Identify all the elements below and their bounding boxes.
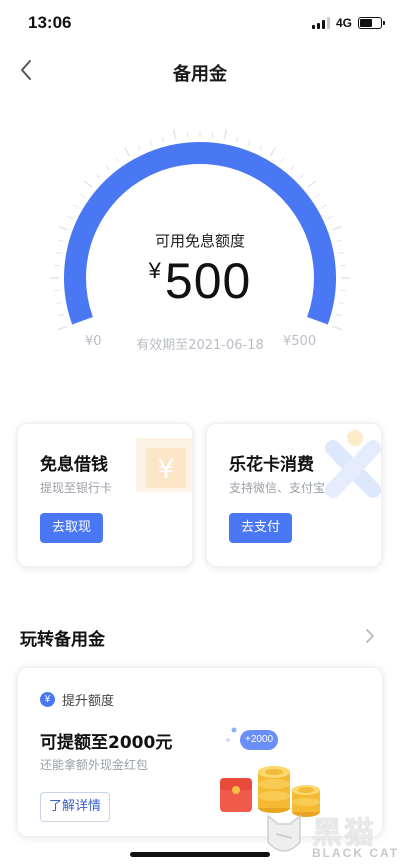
gauge-label: 可用免息额度 — [154, 232, 245, 250]
card-subtitle: 支持微信、支付宝 — [229, 481, 326, 495]
credit-gauge: 可用免息额度 ¥500 — [50, 128, 350, 358]
gauge-tick — [57, 325, 68, 331]
gauge-tick — [115, 158, 120, 163]
x-logo-icon — [325, 430, 381, 498]
gauge-tick — [332, 325, 343, 331]
promo-title: 可提额至2000元 — [40, 733, 173, 753]
gauge-tick — [83, 180, 93, 188]
gauge-max-label: ¥500 — [283, 334, 317, 349]
gauge-tick — [247, 140, 251, 146]
lehua-card-pay-card[interactable]: 乐花卡消费 支持微信、支付宝 去支付 — [206, 423, 382, 567]
gauge-tick — [236, 136, 239, 142]
gauge-tick — [223, 129, 227, 140]
status-time: 13:06 — [28, 13, 72, 32]
gauge-tick — [315, 193, 320, 198]
section-title: 玩转备用金 — [20, 630, 105, 650]
status-indicators: 4G — [311, 16, 385, 30]
gauge-tick — [259, 145, 263, 151]
gauge-tick — [307, 180, 317, 188]
gauge-tick — [327, 215, 333, 219]
gauge-tick — [96, 174, 101, 179]
gauge-tick — [321, 204, 327, 208]
validity-date: 有效期至2021-06-18 — [136, 338, 264, 353]
gauge-tick — [290, 165, 295, 171]
pay-button[interactable]: 去支付 — [229, 513, 293, 543]
battery-fill — [360, 19, 373, 27]
gauge-tick — [105, 165, 110, 171]
page-title: 备用金 — [173, 64, 227, 85]
chevron-right-icon[interactable] — [362, 626, 378, 646]
gauge-tick — [67, 215, 73, 219]
gauge-tick — [269, 146, 277, 157]
gauge-tick — [123, 146, 131, 157]
network-type: 4G — [335, 16, 352, 30]
card-subtitle: 提现至银行卡 — [40, 481, 113, 495]
card-title: 乐花卡消费 — [229, 455, 314, 475]
black-cat-watermark: 黑猫 BLACK CAT — [262, 806, 400, 866]
nav-bar: 备用金 — [0, 44, 400, 96]
available-amount: 500 — [164, 253, 252, 309]
limit-increase-bubble: +2000 — [240, 730, 279, 750]
promo-subtitle: 还能拿额外现金红包 — [40, 758, 149, 772]
yen-card-icon: ¥ — [136, 438, 192, 492]
gauge-amount: ¥500 — [50, 252, 350, 310]
status-bar: 13:06 4G — [0, 0, 400, 44]
gauge-tick — [173, 129, 177, 140]
gauge-tick — [299, 174, 304, 179]
withdraw-button[interactable]: 去取现 — [40, 513, 104, 543]
learn-more-button[interactable]: 了解详情 — [40, 792, 111, 822]
battery-icon — [358, 17, 385, 29]
gauge-tick — [58, 314, 64, 317]
home-indicator[interactable] — [130, 852, 270, 857]
gauge-tick — [73, 204, 79, 208]
gauge-tick — [336, 314, 342, 317]
gauge-tick — [80, 193, 85, 198]
gauge-tick — [161, 136, 164, 142]
yen-badge-icon: ¥ — [40, 692, 55, 707]
gauge-tick — [137, 145, 141, 151]
gauge-tick — [280, 158, 285, 163]
cellular-signal-icon — [311, 17, 330, 29]
promo-tag: 提升额度 — [62, 694, 115, 709]
card-title: 免息借钱 — [40, 455, 108, 475]
cash-loan-card[interactable]: ¥ 免息借钱 提现至银行卡 去取现 — [17, 423, 193, 567]
svg-text:¥: ¥ — [158, 455, 175, 485]
gauge-tick — [149, 140, 153, 146]
currency-symbol: ¥ — [148, 258, 161, 283]
watermark-en: BLACK CAT — [312, 846, 400, 860]
